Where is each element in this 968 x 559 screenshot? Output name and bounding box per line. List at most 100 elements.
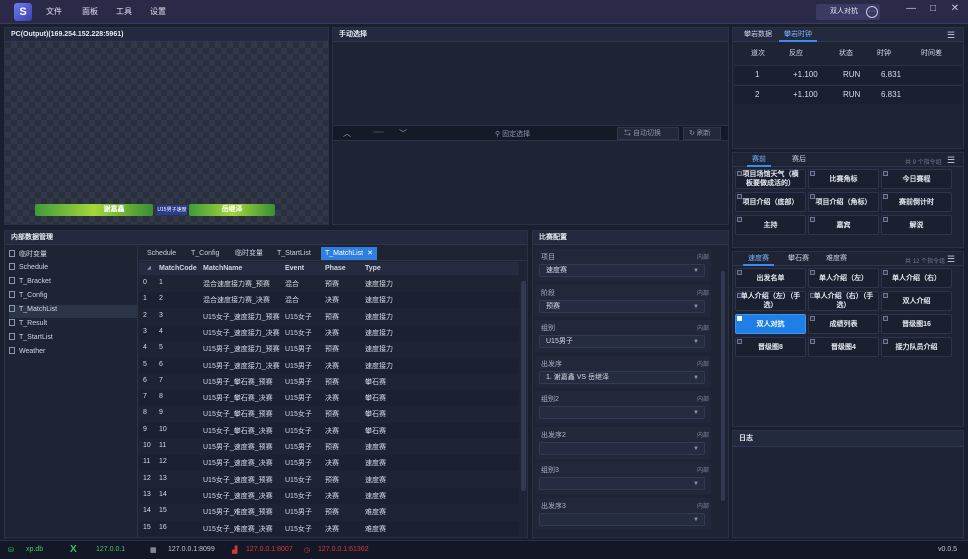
pre-button-4[interactable]: 项目介绍（角标） <box>808 192 879 212</box>
tab-climb-clock[interactable]: 攀岩时钟 <box>779 28 817 42</box>
tab-t_matchlist[interactable]: T_MatchList ✕ <box>321 247 377 260</box>
sidebar-item-t_result[interactable]: T_Result <box>9 319 137 332</box>
tab-bouldering[interactable]: 攀石赛 <box>783 252 814 266</box>
checkbox-icon[interactable] <box>883 270 888 275</box>
pre-button-2[interactable]: 今日赛程 <box>881 169 952 189</box>
checkbox-icon[interactable] <box>737 270 742 275</box>
speed-button-5[interactable]: 双人介绍 <box>881 291 952 311</box>
tab-speed[interactable]: 速度赛 <box>743 252 774 266</box>
table-cell: 速度接力 <box>365 281 393 288</box>
config-select-5[interactable]: ▼ <box>539 441 705 455</box>
config-select-0[interactable]: 速度赛 ▼ <box>539 264 705 277</box>
minimize-icon[interactable]: — <box>904 3 918 14</box>
checkbox-icon[interactable] <box>737 171 742 176</box>
tab-climb-data[interactable]: 攀岩数据 <box>739 28 777 42</box>
sidebar-item-t_startlist[interactable]: T_StartList <box>9 333 137 346</box>
speed-button-0[interactable]: 出发名单 <box>735 268 806 288</box>
manual-title: 手动选择 <box>333 28 728 42</box>
sidebar-item-t_config[interactable]: T_Config <box>9 291 137 304</box>
menu-file[interactable]: 文件 <box>46 6 62 17</box>
config-select-6[interactable]: ▼ <box>539 477 705 490</box>
tab-schedule[interactable]: Schedule <box>143 247 180 260</box>
hamburger-icon[interactable]: ☰ <box>947 30 955 41</box>
hamburger-icon[interactable]: ☰ <box>947 155 955 166</box>
maximize-icon[interactable]: □ <box>926 3 940 14</box>
pre-button-8[interactable]: 解说 <box>881 215 952 235</box>
speed-button-4[interactable]: 单人介绍（右）（手选） <box>808 291 879 311</box>
checkbox-icon[interactable] <box>737 217 742 222</box>
checkbox-icon[interactable] <box>810 270 815 275</box>
checkbox-icon[interactable] <box>810 194 815 199</box>
checkbox-icon[interactable] <box>810 316 815 321</box>
vertical-scrollbar[interactable] <box>521 281 526 491</box>
checkbox-icon[interactable] <box>883 293 888 298</box>
pre-button-6[interactable]: 主持 <box>735 215 806 235</box>
speed-button-7[interactable]: 成绩列表 <box>808 314 879 334</box>
speed-button-2[interactable]: 单人介绍（右） <box>881 268 952 288</box>
checkbox-icon[interactable] <box>737 194 742 199</box>
checkbox-icon[interactable] <box>883 171 888 176</box>
checkbox-icon[interactable] <box>883 217 888 222</box>
sidebar-item-临时变量[interactable]: 临时变量 <box>9 249 137 262</box>
chevron-down-icon[interactable]: ﹀ <box>399 128 417 139</box>
fix-selection-button[interactable]: ⚲ 固定选择 <box>495 129 530 139</box>
speed-button-9[interactable]: 晋级图8 <box>735 337 806 357</box>
config-select-2[interactable]: U15男子 ▼ <box>539 335 705 348</box>
speed-button-11[interactable]: 接力队员介绍 <box>881 337 952 357</box>
table-cell: 决赛 <box>325 427 339 435</box>
checkbox-icon[interactable] <box>883 194 888 199</box>
menu-tools[interactable]: 工具 <box>116 6 132 17</box>
data-tabs: Schedule T_Config 临时变量 T_StartList T_MatchLi… <box>139 246 527 261</box>
checkbox-icon[interactable] <box>810 171 815 176</box>
menu-panel[interactable]: 面板 <box>82 6 98 17</box>
tab-t_startlist[interactable]: T_StartList <box>273 247 315 260</box>
pre-button-7[interactable]: 嘉宾 <box>808 215 879 235</box>
auto-switch-button[interactable]: ⇆ 自动切换 <box>617 127 679 140</box>
tab-临时变量[interactable]: 临时变量 <box>231 247 267 260</box>
config-select-3[interactable]: 1. 谢嘉鑫 VS 岳继泽 ▼ <box>539 370 705 384</box>
column-header: Phase <box>325 265 346 272</box>
sidebar-item-schedule[interactable]: Schedule <box>9 263 137 276</box>
table-cell: U15男子 <box>285 346 312 354</box>
checkbox-icon[interactable] <box>810 217 815 222</box>
sidebar-item-t_bracket[interactable]: T_Bracket <box>9 277 137 290</box>
checkbox-icon[interactable] <box>883 339 888 344</box>
table-cell: 6 <box>159 360 163 368</box>
speed-button-6[interactable]: 双人对抗 <box>735 314 806 334</box>
chevron-up-icon[interactable]: ︿ <box>343 128 361 139</box>
checkbox-icon[interactable] <box>737 316 742 321</box>
pre-button-1[interactable]: 比赛角标 <box>808 169 879 189</box>
checkbox-icon[interactable] <box>883 316 888 321</box>
sidebar-item-t_matchlist[interactable]: T_MatchList <box>9 305 137 318</box>
checkbox-icon[interactable] <box>810 293 815 298</box>
config-scrollbar[interactable] <box>721 271 725 501</box>
close-icon[interactable]: ✕ <box>948 3 962 14</box>
refresh-button[interactable]: ↻ 刷新 <box>683 127 721 140</box>
checkbox-icon[interactable] <box>737 293 742 298</box>
config-select-4[interactable]: ▼ <box>539 406 705 419</box>
checkbox-icon[interactable] <box>737 339 742 344</box>
tab-post-race[interactable]: 赛后 <box>787 153 811 167</box>
table-cell: 难度赛 <box>365 509 386 517</box>
speed-button-3[interactable]: 单人介绍（左）（手选） <box>735 291 806 311</box>
table-cell: U15女子 <box>285 411 312 419</box>
config-select-7[interactable]: ▼ <box>539 512 705 526</box>
pre-button-3[interactable]: 项目介绍（底部） <box>735 192 806 212</box>
speed-button-1[interactable]: 单人介绍（左） <box>808 268 879 288</box>
tab-lead[interactable]: 难度赛 <box>821 252 852 266</box>
config-select-1[interactable]: 预赛 ▼ <box>539 299 705 313</box>
menu-settings[interactable]: 设置 <box>150 6 166 17</box>
close-tab-icon[interactable]: ✕ <box>367 250 373 257</box>
speed-button-label: 单人介绍（左）（手选） <box>740 293 801 309</box>
sidebar-item-weather[interactable]: Weather <box>9 347 137 360</box>
tab-t_config[interactable]: T_Config <box>187 247 223 260</box>
speed-button-8[interactable]: 晋级图16 <box>881 314 952 334</box>
tab-pre-race[interactable]: 赛前 <box>747 153 771 167</box>
hamburger-icon[interactable]: ☰ <box>947 254 955 265</box>
pre-button-5[interactable]: 赛前倒计时 <box>881 192 952 212</box>
manual-panel: 手动选择 ︿ ┈┈┈ ﹀ ⚲ 固定选择 ⇆ 自动切换 ↻ 刷新 <box>332 27 729 225</box>
speed-button-10[interactable]: 晋级图4 <box>808 337 879 357</box>
more-icon[interactable]: ··· <box>866 6 878 18</box>
pre-button-0[interactable]: 项目场馆天气（横板要做成活的） <box>735 169 806 189</box>
checkbox-icon[interactable] <box>810 339 815 344</box>
